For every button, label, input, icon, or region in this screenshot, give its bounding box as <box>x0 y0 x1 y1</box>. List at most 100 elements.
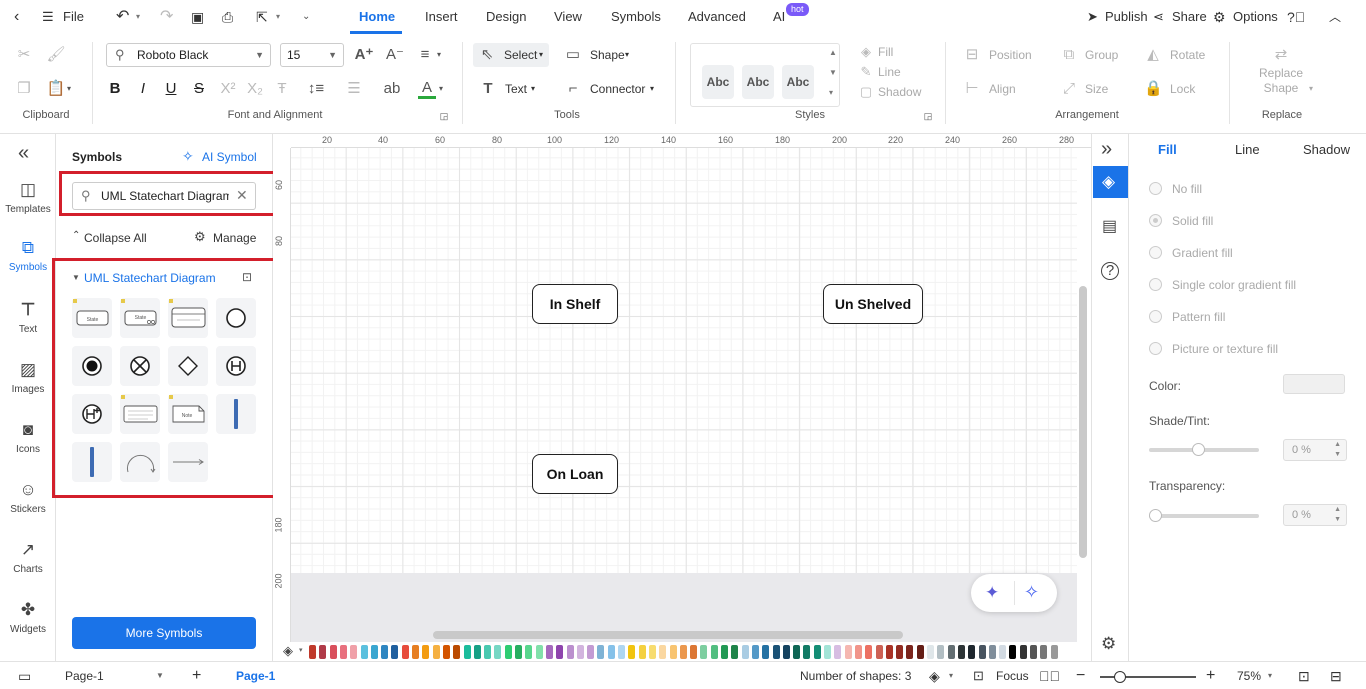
color-swatch[interactable] <box>463 645 471 659</box>
color-swatch[interactable] <box>370 645 378 659</box>
symbol-final-state[interactable] <box>72 346 112 386</box>
radio-button[interactable] <box>1149 182 1162 195</box>
color-swatch[interactable] <box>916 645 924 659</box>
color-swatch[interactable] <box>1040 645 1048 659</box>
shade-tint-slider[interactable] <box>1149 443 1259 456</box>
color-swatch[interactable] <box>741 645 749 659</box>
fill-icon[interactable]: ◈ <box>858 42 874 62</box>
font-size-select[interactable]: 15 ▼ <box>280 43 344 67</box>
paint-bucket-icon[interactable]: ◈ <box>283 643 293 659</box>
color-swatch[interactable] <box>515 645 522 659</box>
italic-icon[interactable]: I <box>134 79 152 99</box>
library-category-title[interactable]: UML Statechart Diagram <box>84 271 216 285</box>
color-swatch[interactable] <box>422 645 430 659</box>
zoom-slider[interactable] <box>1100 671 1196 683</box>
slider-knob[interactable] <box>1114 671 1126 683</box>
state-un-shelved[interactable]: Un Shelved <box>823 284 923 324</box>
tab-insert[interactable]: Insert <box>425 0 458 34</box>
transparency-input[interactable]: 0 % ▲ ▼ <box>1283 504 1347 526</box>
expand-caret-icon[interactable]: ▼ <box>72 273 80 282</box>
fit-width-icon[interactable]: ⊟ <box>1330 662 1342 689</box>
single-color-gradient-option[interactable]: Single color gradient fill <box>1149 276 1296 294</box>
line-spacing-icon[interactable]: ↕≡ <box>306 79 326 99</box>
rotate-icon[interactable]: ◭ <box>1144 45 1162 65</box>
tab-shadow[interactable]: Shadow <box>1303 134 1350 166</box>
back-icon[interactable]: ‹ <box>14 0 19 34</box>
lock-label[interactable]: Lock <box>1170 79 1195 99</box>
position-label[interactable]: Position <box>989 45 1032 65</box>
color-swatch[interactable] <box>638 645 646 659</box>
chevron-down-icon[interactable]: ▾ <box>1309 81 1313 101</box>
color-swatch[interactable] <box>731 645 739 659</box>
cut-icon[interactable]: ✂ <box>14 45 34 65</box>
text-tool-icon[interactable]: T <box>479 79 497 99</box>
color-swatch[interactable] <box>597 645 605 659</box>
color-swatch[interactable] <box>1009 645 1017 659</box>
print-icon[interactable]: ⎙ <box>222 0 233 34</box>
color-swatch[interactable] <box>875 645 883 659</box>
help-icon[interactable]: ? <box>1101 262 1119 280</box>
color-swatch[interactable] <box>772 645 780 659</box>
symbol-state-detail[interactable] <box>120 394 160 434</box>
color-swatch[interactable] <box>525 645 533 659</box>
color-swatch[interactable] <box>782 645 790 659</box>
ai-sparkle-icon[interactable]: ✧ <box>1024 582 1039 603</box>
align-label[interactable]: Align <box>989 79 1016 99</box>
color-swatch[interactable] <box>721 645 728 659</box>
spin-up-icon[interactable]: ▲ <box>1334 440 1341 450</box>
color-swatch[interactable] <box>659 645 667 659</box>
chevron-down-icon[interactable]: ▾ <box>625 45 629 65</box>
color-swatch[interactable] <box>576 645 584 659</box>
strikethrough-icon[interactable]: S <box>190 79 208 99</box>
sidebar-item-charts[interactable]: ↗ Charts <box>0 540 56 575</box>
size-icon[interactable]: ⤢ <box>1060 79 1078 99</box>
color-swatch[interactable] <box>762 645 770 659</box>
color-swatch[interactable] <box>957 645 965 659</box>
play-icon[interactable]: ▷⃝ <box>1039 662 1060 689</box>
collapse-ribbon-icon[interactable]: ︿ <box>1329 0 1341 34</box>
subscript-icon[interactable]: X₂ <box>245 79 265 99</box>
collapse-panel-icon[interactable]: « <box>18 142 29 165</box>
color-swatch[interactable] <box>319 645 327 659</box>
symbol-note[interactable]: Note <box>168 394 208 434</box>
shadow-icon[interactable]: ▢ <box>858 82 874 102</box>
share-button[interactable]: Share <box>1172 0 1207 34</box>
text-highlight-icon[interactable]: ab <box>381 79 403 99</box>
spin-up-icon[interactable]: ▲ <box>1334 505 1341 515</box>
ai-symbol-button[interactable]: AI Symbol <box>202 150 257 164</box>
customize-icon[interactable]: ⌄ <box>302 0 310 34</box>
symbol-deep-history[interactable] <box>72 394 112 434</box>
state-in-shelf[interactable]: In Shelf <box>532 284 618 324</box>
color-swatch[interactable] <box>360 645 368 659</box>
horizontal-scrollbar[interactable] <box>433 631 903 639</box>
zoom-out-icon[interactable]: − <box>1076 662 1085 689</box>
sidebar-item-images[interactable]: ▨ Images <box>0 360 56 395</box>
position-icon[interactable]: ⊟ <box>963 45 981 65</box>
color-swatch[interactable] <box>309 645 316 659</box>
redo-icon[interactable]: ↷ <box>160 0 173 34</box>
symbol-choice[interactable] <box>168 346 208 386</box>
save-icon[interactable]: ▣ <box>191 0 204 34</box>
color-swatch[interactable] <box>793 645 801 659</box>
replace-shape-label-2[interactable]: Shape <box>1259 81 1303 96</box>
spin-down-icon[interactable]: ▼ <box>1334 450 1341 460</box>
chevron-down-icon[interactable]: ▼ <box>156 662 164 689</box>
clear-search-icon[interactable]: ✕ <box>236 187 248 204</box>
replace-shape-icon[interactable]: ⇄ <box>1271 45 1291 65</box>
style-sample-1[interactable]: Abc <box>702 65 734 99</box>
symbol-final-circle[interactable] <box>216 298 256 338</box>
page-list-icon[interactable]: ▭ <box>18 662 31 689</box>
color-swatch[interactable] <box>968 645 976 659</box>
radio-button[interactable] <box>1149 246 1162 259</box>
paste-icon[interactable]: 📋 <box>46 79 66 99</box>
color-swatch[interactable] <box>854 645 862 659</box>
styles-settings-icon[interactable]: ◲ <box>922 109 934 123</box>
color-swatch[interactable] <box>453 645 461 659</box>
color-swatch[interactable] <box>999 645 1007 659</box>
gradient-fill-option[interactable]: Gradient fill <box>1149 244 1233 262</box>
symbol-state[interactable]: State <box>72 298 112 338</box>
tab-design[interactable]: Design <box>486 0 526 34</box>
font-family-select[interactable]: ⚲ Roboto Black ▼ <box>106 43 271 67</box>
export-dropdown-icon[interactable]: ▾ <box>276 0 280 34</box>
color-swatch[interactable] <box>391 645 399 659</box>
